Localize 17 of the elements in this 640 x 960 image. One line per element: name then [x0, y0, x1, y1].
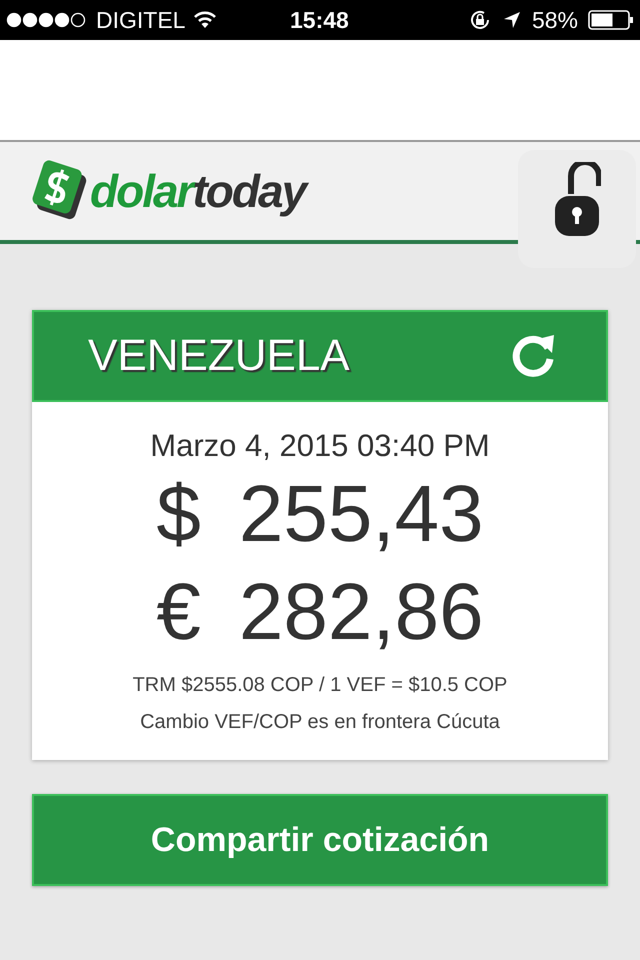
rate-value: 282,86: [238, 566, 484, 658]
carrier-name: DIGITEL: [96, 6, 186, 34]
country-title: VENEZUELA: [88, 331, 350, 381]
location-arrow-icon: [502, 10, 522, 30]
wifi-icon: [193, 11, 218, 29]
rate-note: Cambio VEF/COP es en frontera Cúcuta: [139, 711, 501, 734]
signal-icon: [6, 12, 86, 28]
quote-date: Marzo 4, 2015 03:40 PM: [149, 428, 491, 464]
clock-time: 15:48: [290, 6, 349, 34]
share-button[interactable]: Compartir cotización: [32, 794, 608, 886]
battery-icon: [588, 10, 634, 30]
currency-symbol: €: [156, 566, 201, 658]
rate-note: TRM $2555.08 COP / 1 VEF = $10.5 COP: [132, 674, 508, 697]
battery-percentage: 58%: [532, 6, 578, 34]
rate-value: 255,43: [238, 468, 484, 560]
currency-symbol: $: [156, 468, 201, 560]
lock-button[interactable]: [518, 150, 636, 268]
